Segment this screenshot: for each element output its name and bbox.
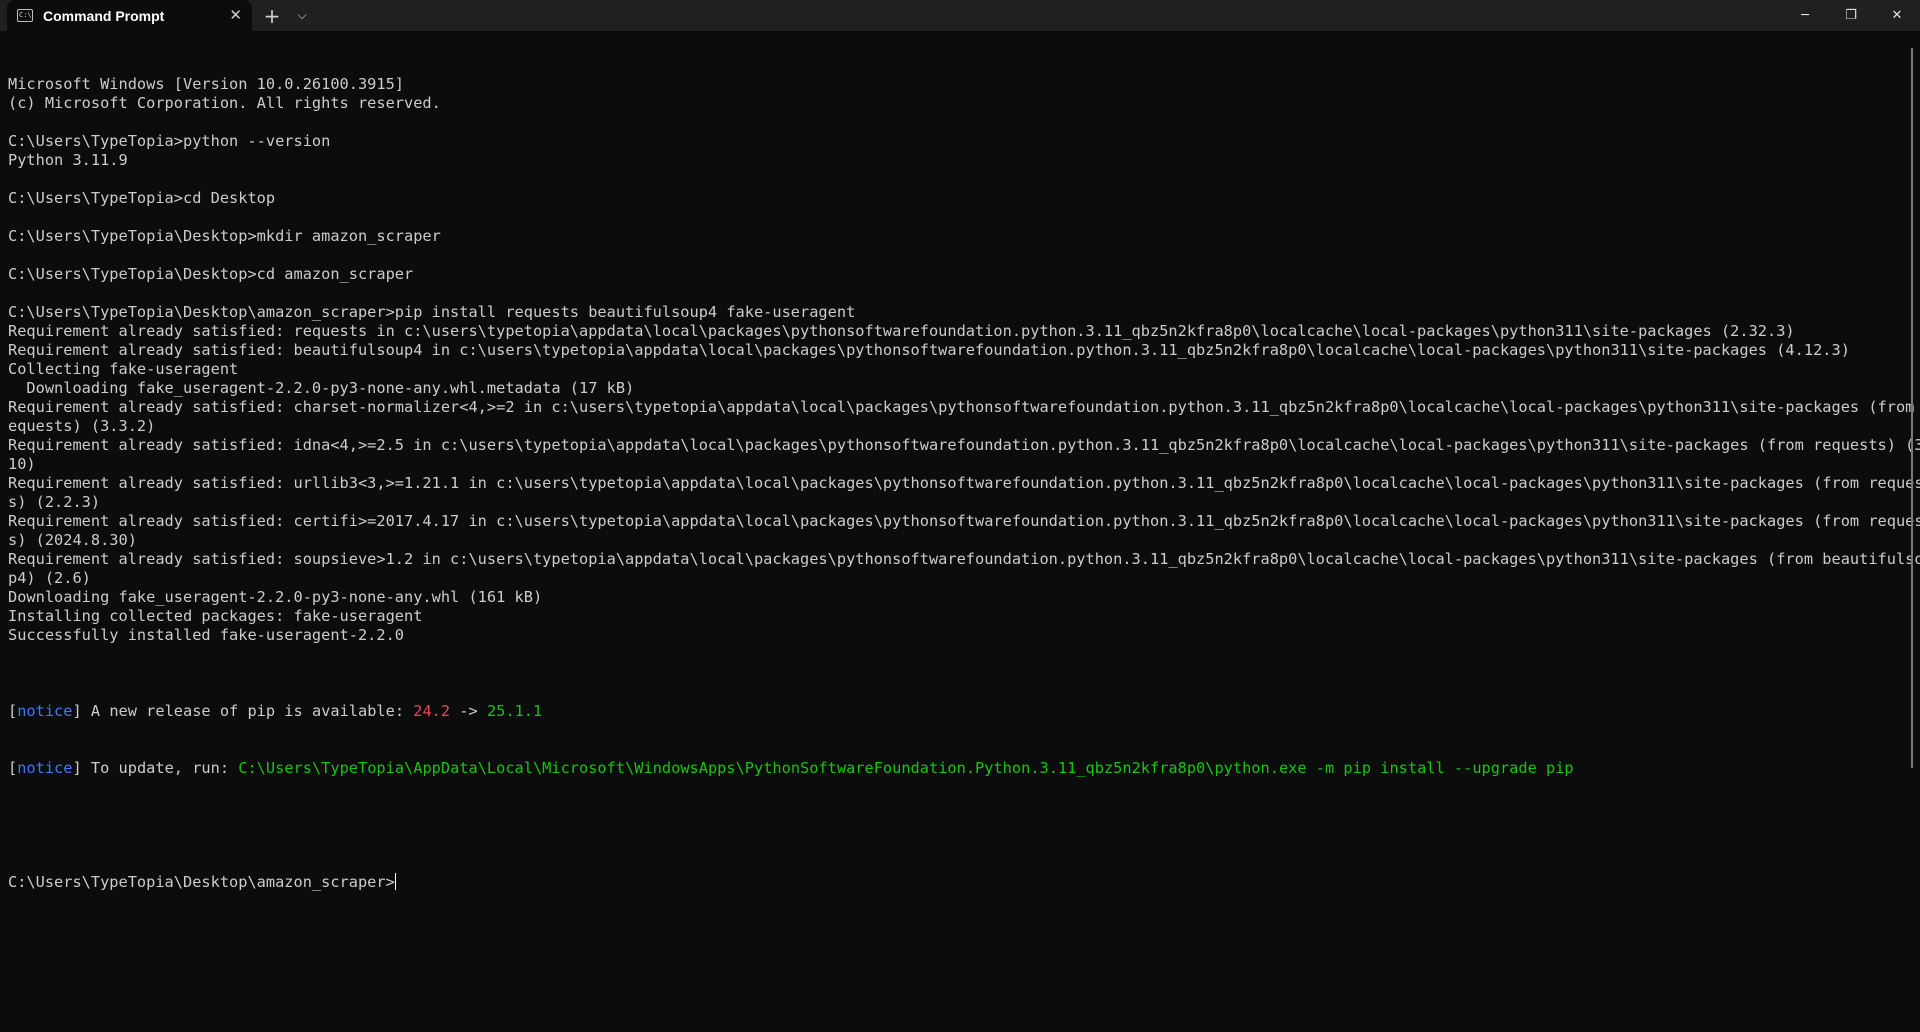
maximize-button[interactable]: ❐ (1828, 0, 1874, 31)
console-line: Requirement already satisfied: soupsieve… (8, 550, 1920, 568)
console-line: Requirement already satisfied: beautiful… (8, 341, 1850, 359)
console-line: C:\Users\TypeTopia\Desktop>cd amazon_scr… (8, 265, 414, 283)
close-window-button[interactable]: ✕ (1874, 0, 1920, 31)
tab-close-icon[interactable]: ✕ (229, 8, 242, 23)
console-line: C:\Users\TypeTopia>python --version (8, 132, 331, 150)
console-line: Requirement already satisfied: certifi>=… (8, 512, 1920, 530)
tab-dropdown-icon[interactable]: ⌵ (290, 0, 314, 31)
console-line: equests) (3.3.2) (8, 417, 156, 435)
notice-line-update: [notice] To update, run: C:\Users\TypeTo… (8, 759, 1574, 777)
window-controls: ─ ❐ ✕ (1782, 0, 1920, 31)
console-line: Requirement already satisfied: urllib3<3… (8, 474, 1920, 492)
console-line: Downloading fake_useragent-2.2.0-py3-non… (8, 588, 543, 606)
console-line: C:\Users\TypeTopia\Desktop>mkdir amazon_… (8, 227, 441, 245)
tab-command-prompt[interactable]: C:\ Command Prompt ✕ (7, 0, 252, 31)
terminal-icon: C:\ (17, 9, 33, 22)
title-bar: C:\ Command Prompt ✕ + ⌵ ─ ❐ ✕ (0, 0, 1920, 31)
console-line: Installing collected packages: fake-user… (8, 607, 423, 625)
notice-tag: notice (17, 759, 73, 777)
console-line: s) (2024.8.30) (8, 531, 137, 549)
console-line: Python 3.11.9 (8, 151, 128, 169)
notice-text: A new release of pip is available: (81, 702, 414, 720)
version-arrow: -> (450, 702, 487, 720)
console-line: Successfully installed fake-useragent-2.… (8, 626, 405, 644)
console-line: C:\Users\TypeTopia>cd Desktop (8, 189, 276, 207)
console-line: C:\Users\TypeTopia\Desktop\amazon_scrape… (8, 303, 856, 321)
console-line: p4) (2.6) (8, 569, 91, 587)
tab-title: Command Prompt (43, 7, 165, 24)
upgrade-command: C:\Users\TypeTopia\AppData\Local\Microso… (238, 759, 1574, 777)
console-output[interactable]: Microsoft Windows [Version 10.0.26100.39… (8, 37, 1920, 911)
vertical-scrollbar[interactable] (1911, 48, 1913, 768)
console-line: Microsoft Windows [Version 10.0.26100.39… (8, 75, 405, 93)
console-line: s) (2.2.3) (8, 493, 101, 511)
new-tab-button[interactable]: + (254, 0, 290, 31)
minimize-button[interactable]: ─ (1782, 0, 1828, 31)
text-cursor (394, 873, 396, 890)
console-line: Requirement already satisfied: idna<4,>=… (8, 436, 1920, 454)
console-line: 10) (8, 455, 36, 473)
old-pip-version: 24.2 (413, 702, 451, 720)
console-line: Requirement already satisfied: charset-n… (8, 398, 1920, 416)
prompt-line[interactable]: C:\Users\TypeTopia\Desktop\amazon_scrape… (8, 873, 1908, 892)
notice-tag: notice (17, 702, 73, 720)
prompt-text: C:\Users\TypeTopia\Desktop\amazon_scrape… (8, 873, 395, 891)
notice-text: To update, run: (81, 759, 239, 777)
console-line: (c) Microsoft Corporation. All rights re… (8, 94, 441, 112)
console-line: Collecting fake-useragent (8, 360, 239, 378)
console-line: Requirement already satisfied: requests … (8, 322, 1795, 340)
notice-line-release: [notice] A new release of pip is availab… (8, 702, 543, 720)
console-line: Downloading fake_useragent-2.2.0-py3-non… (8, 379, 635, 397)
new-pip-version: 25.1.1 (486, 702, 543, 720)
console-lines: Microsoft Windows [Version 10.0.26100.39… (8, 75, 1920, 664)
